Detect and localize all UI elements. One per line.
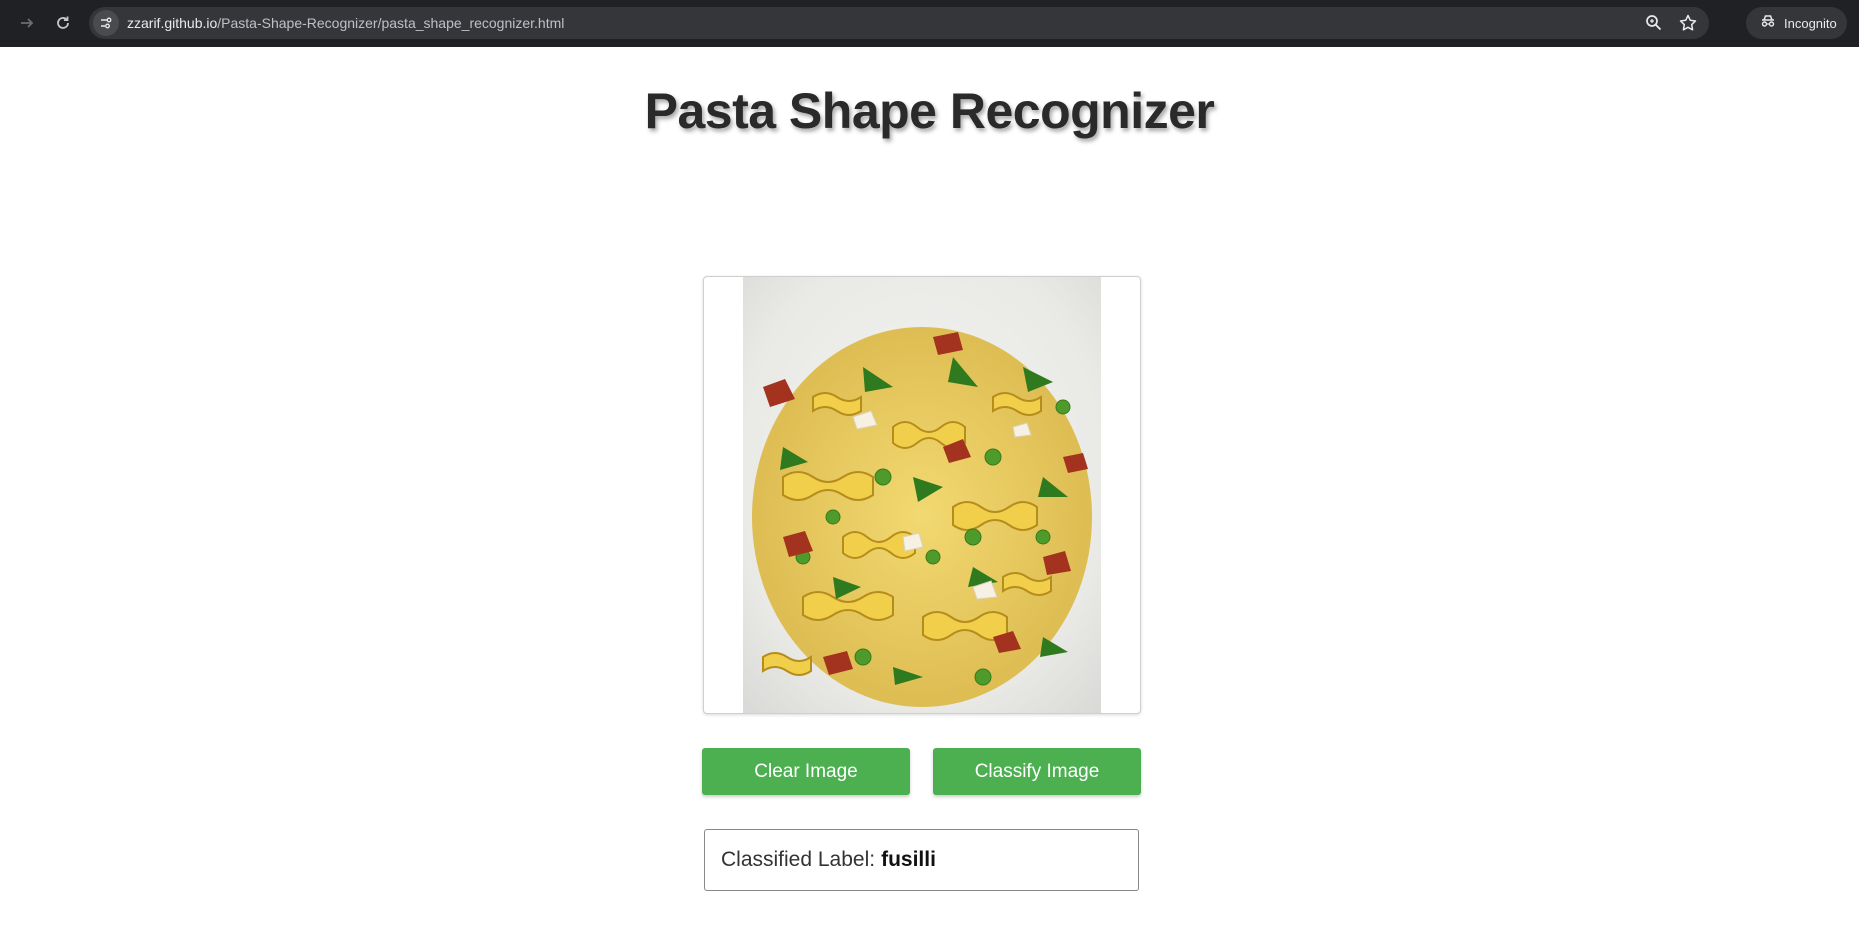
site-info-icon[interactable] <box>93 10 119 36</box>
url-host: zzarif.github.io <box>127 15 218 31</box>
classified-label-value: fusilli <box>881 848 936 871</box>
zoom-icon[interactable] <box>1643 12 1665 34</box>
classified-label-prefix: Classified Label: <box>721 848 876 871</box>
bookmark-star-icon[interactable] <box>1677 12 1699 34</box>
clear-image-button[interactable]: Clear Image <box>702 748 910 795</box>
incognito-indicator[interactable]: Incognito <box>1746 7 1847 39</box>
classify-image-button[interactable]: Classify Image <box>933 748 1141 795</box>
classified-label-box: Classified Label: fusilli <box>704 829 1139 891</box>
url-text[interactable]: zzarif.github.io/Pasta-Shape-Recognizer/… <box>127 15 564 31</box>
url-path: /Pasta-Shape-Recognizer/pasta_shape_reco… <box>217 15 565 31</box>
forward-icon[interactable] <box>14 10 40 36</box>
incognito-icon <box>1760 13 1776 34</box>
reload-icon[interactable] <box>50 10 76 36</box>
page-title: Pasta Shape Recognizer <box>644 83 1215 139</box>
address-bar[interactable]: zzarif.github.io/Pasta-Shape-Recognizer/… <box>89 7 1709 39</box>
incognito-label: Incognito <box>1784 15 1837 31</box>
image-preview-box[interactable] <box>703 276 1141 714</box>
browser-toolbar: zzarif.github.io/Pasta-Shape-Recognizer/… <box>0 0 1859 47</box>
pasta-image <box>743 277 1101 713</box>
